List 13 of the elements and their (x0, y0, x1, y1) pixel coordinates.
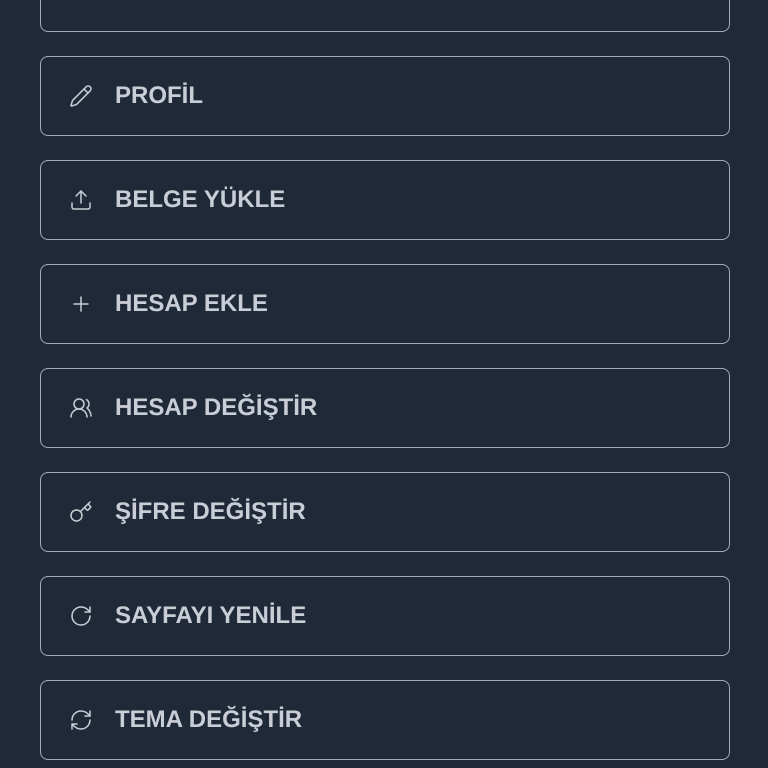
menu-item[interactable]: HESAP DEĞİŞTİR (40, 368, 730, 448)
menu-item[interactable]: PROFİL (40, 56, 730, 136)
menu-item[interactable]: TEMA DEĞİŞTİR (40, 680, 730, 760)
key-icon (69, 500, 93, 524)
reload-icon (69, 604, 93, 628)
users-icon (69, 396, 93, 420)
menu-item[interactable]: SAYFAYI YENİLE (40, 576, 730, 656)
refresh-icon (69, 708, 93, 732)
upload-icon (69, 188, 93, 212)
menu-item[interactable]: BELGE YÜKLE (40, 160, 730, 240)
menu-item[interactable]: ŞİFRE DEĞİŞTİR (40, 472, 730, 552)
menu-item[interactable]: HESAP EKLE (40, 264, 730, 344)
pencil-icon (69, 84, 93, 108)
